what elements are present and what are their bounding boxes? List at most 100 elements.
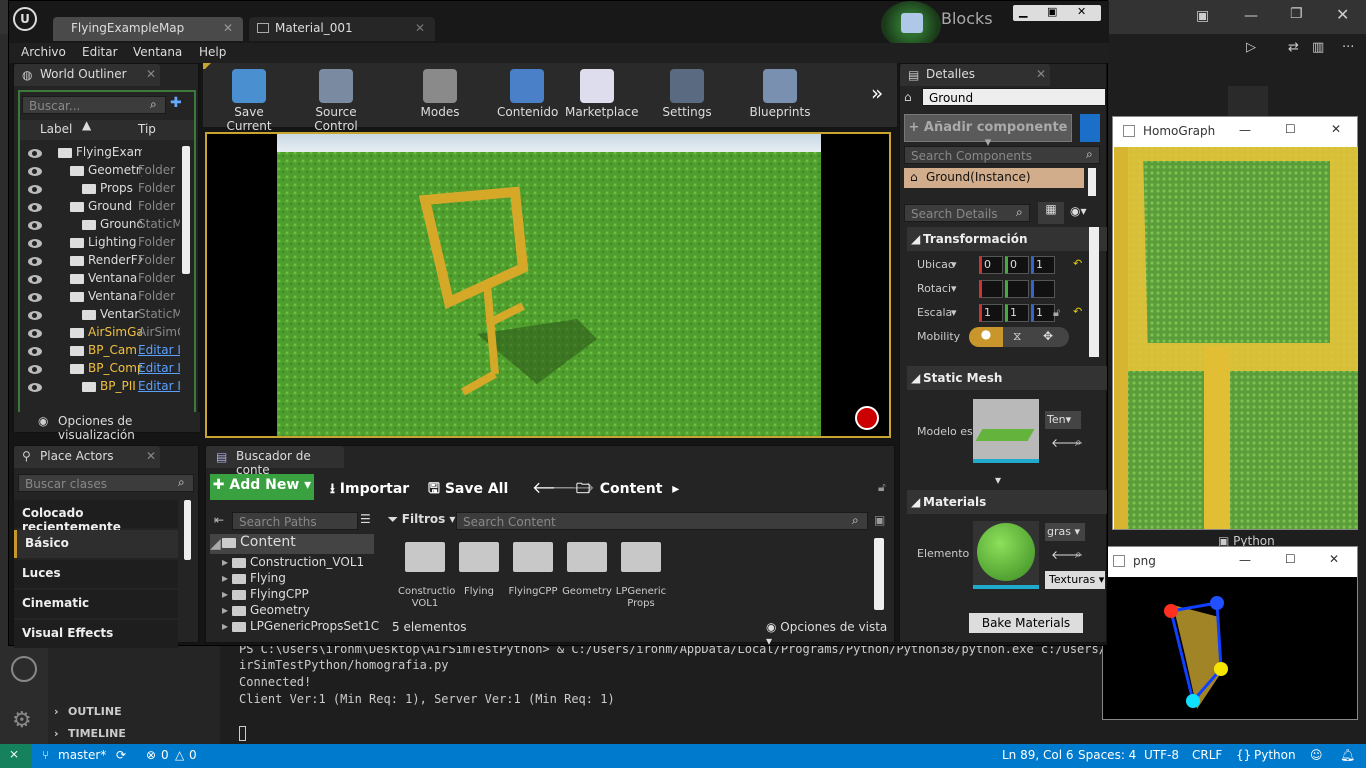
outliner-row[interactable]: FlyingExampleWorld (20, 144, 180, 162)
outliner-row[interactable]: Props Folder (20, 180, 180, 198)
bake-materials-button[interactable]: Bake Materials (969, 613, 1083, 633)
outliner-row[interactable]: RenderFX Folder (20, 252, 180, 270)
outliner-search[interactable]: Buscar... (22, 96, 166, 114)
level-viewport[interactable] (205, 132, 891, 438)
add-folder-icon[interactable]: ✚ (170, 95, 182, 111)
error-count[interactable]: 0 (161, 748, 169, 762)
mobility-toggle[interactable]: ● ⧖ ✥ (969, 327, 1069, 347)
outliner-row[interactable]: Ventana Folder (20, 270, 180, 288)
minimize-icon[interactable]: ▁ (1019, 5, 1027, 18)
reset-icon[interactable]: ↶ (1073, 305, 1082, 318)
outliner-row[interactable]: Ventar StaticM (20, 306, 180, 324)
restore-icon[interactable]: ❐ (1290, 6, 1303, 22)
expand-arrow-icon[interactable]: ▸ (222, 555, 228, 569)
outliner-row[interactable]: BP_Comp Editar I (20, 360, 180, 378)
visibility-eye-icon[interactable] (28, 311, 42, 320)
close-icon[interactable]: ✕ (223, 21, 233, 35)
visibility-eye-icon[interactable] (28, 221, 42, 230)
expand-arrow-icon[interactable]: ◢ (210, 536, 221, 552)
toolbar-settings-button[interactable]: Settings (659, 65, 715, 125)
toolbar-blueprints-button[interactable]: Blueprints (749, 65, 811, 125)
content-item[interactable]: Flying (452, 542, 506, 598)
vector-field-y[interactable] (1005, 280, 1029, 298)
static-mesh-section-header[interactable]: ◢ Static Mesh (907, 366, 1107, 390)
toolbar-modes-button[interactable]: Modes (413, 65, 467, 125)
close-icon[interactable]: ✕ (415, 21, 425, 35)
maximize-icon[interactable]: ▣ (1047, 5, 1057, 18)
material-thumbnail[interactable] (973, 521, 1039, 589)
mesh-thumbnail[interactable] (973, 399, 1039, 463)
view-options-button[interactable]: Opciones de visualización (58, 414, 200, 442)
vector-field-x[interactable]: 1 (979, 304, 1003, 322)
indentation[interactable]: Spaces: 4 (1078, 748, 1136, 762)
place-category[interactable]: Básico (14, 530, 178, 558)
col-label[interactable]: Label (40, 122, 72, 136)
reset-icon[interactable]: ↶ (1073, 257, 1082, 270)
close-icon[interactable]: ✕ (1077, 5, 1086, 18)
outliner-row[interactable]: Ground Folder (20, 198, 180, 216)
expand-arrow-icon[interactable]: ▸ (222, 571, 228, 585)
language-mode[interactable]: Python (1254, 748, 1296, 762)
blueprint-button[interactable] (1080, 114, 1100, 142)
bell-icon[interactable]: 🔔︎ (1340, 748, 1355, 762)
dropdown-icon[interactable]: ▾ (951, 258, 957, 271)
content-item[interactable]: Geometry (560, 542, 614, 598)
view-options-button[interactable]: ◉ Opciones de vista ▾ (766, 620, 894, 648)
expand-icon[interactable]: ▾ (995, 473, 1001, 487)
maximize-icon[interactable]: ☐ (1285, 552, 1296, 566)
place-actors-tab[interactable]: ⚲ Place Actors ✕ (14, 446, 160, 468)
tree-item[interactable]: ▸ LPGenericPropsSet1C (222, 618, 386, 636)
menu-editar[interactable]: Editar (82, 45, 118, 59)
vector-field-z[interactable]: 1 (1031, 256, 1055, 274)
tab-material[interactable]: Material_001 ✕ (249, 17, 435, 41)
content-item[interactable]: FlyingCPP (506, 542, 560, 598)
place-category[interactable]: Colocado recientemente (14, 500, 178, 534)
add-component-button[interactable]: + Añadir componente ▾ (904, 114, 1072, 150)
visibility-eye-icon[interactable] (28, 293, 42, 302)
toolbar-source-control-button[interactable]: Source Control (293, 65, 379, 133)
record-icon[interactable] (855, 406, 879, 430)
scrollbar[interactable] (1089, 227, 1099, 357)
list-view-icon[interactable]: ☰ (360, 512, 371, 526)
outliner-row[interactable]: Ground StaticM (20, 216, 180, 234)
grid-view-icon[interactable]: ▦ (1038, 202, 1064, 224)
warning-count[interactable]: 0 (189, 748, 197, 762)
feedback-icon[interactable]: ☺ (1310, 748, 1323, 762)
save-all-button[interactable]: 🖫︎ Save All (428, 478, 508, 502)
row-type[interactable]: Editar I (138, 343, 180, 357)
material-dropdown[interactable]: gras ▾ (1045, 523, 1085, 541)
add-new-button[interactable]: ✚ Add New ▾ (210, 474, 314, 500)
outliner-row[interactable]: Ventana Folder (20, 288, 180, 306)
path-breadcrumb[interactable]: 🗀︎ Content ▸ (576, 478, 679, 502)
mesh-dropdown[interactable]: Ten▾ (1045, 411, 1081, 429)
search-details-input[interactable]: Search Details (904, 204, 1030, 222)
outline-section[interactable]: OUTLINE (68, 705, 122, 718)
toolbar-save-current-button[interactable]: Save Current (211, 65, 287, 133)
component-row[interactable]: ⌂ Ground(Instance) (904, 168, 1084, 188)
details-tab[interactable]: ▤ Detalles ✕ (900, 64, 1050, 86)
row-type[interactable]: Editar I (138, 379, 180, 393)
content-browser-tab[interactable]: ▤ Buscador de conte (206, 446, 344, 477)
visibility-eye-icon[interactable] (28, 275, 42, 284)
visibility-eye-icon[interactable] (28, 257, 42, 266)
chevron-double-right-icon[interactable]: » (871, 81, 883, 105)
eye-icon[interactable]: ◉▾ (1070, 204, 1087, 218)
account-icon[interactable] (11, 656, 37, 682)
compare-icon[interactable]: ⇄ (1288, 40, 1299, 55)
visibility-eye-icon[interactable] (28, 365, 42, 374)
scrollbar[interactable] (184, 500, 191, 560)
split-icon[interactable]: ▥ (1312, 40, 1324, 55)
toolbar-marketplace-button[interactable]: Marketplace (565, 65, 639, 125)
visibility-eye-icon[interactable] (28, 149, 42, 158)
terminal[interactable]: PS C:\Users\ironm\Desktop\AirSimTestPyth… (220, 640, 1128, 744)
branch-name[interactable]: master* (58, 748, 106, 762)
timeline-section[interactable]: TIMELINE (68, 727, 126, 740)
close-icon[interactable]: ✕ (1036, 67, 1046, 81)
scrollbar[interactable] (1088, 168, 1096, 196)
import-button[interactable]: ⭳ Importar (330, 478, 409, 502)
close-icon[interactable]: ✕ (146, 449, 156, 463)
maximize-icon[interactable]: ☐ (1285, 122, 1296, 136)
vector-field-z[interactable]: 1 (1031, 304, 1055, 322)
close-icon[interactable]: ✕ (1331, 122, 1341, 136)
col-type[interactable]: Tip (138, 122, 156, 136)
